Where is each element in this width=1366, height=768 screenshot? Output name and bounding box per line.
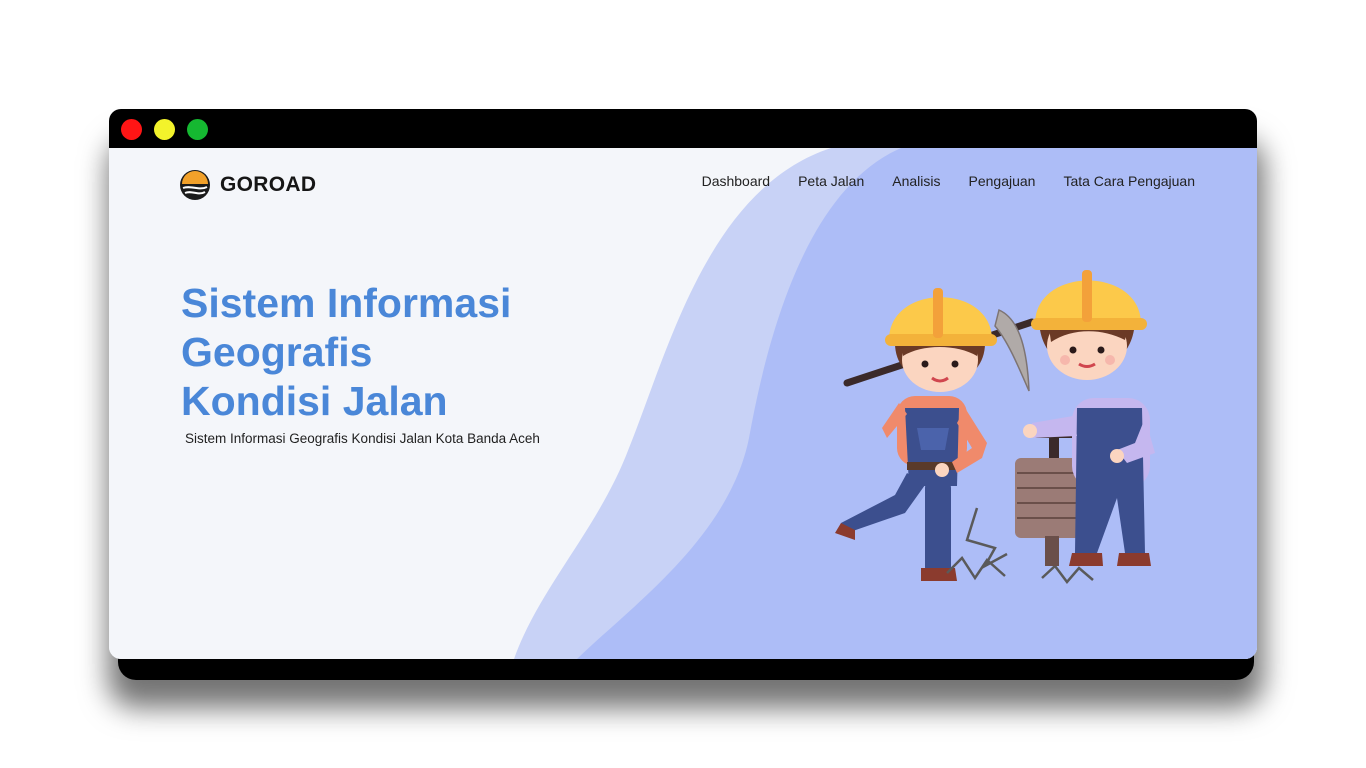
minimize-icon[interactable] (154, 119, 175, 140)
browser-window: GOROAD Dashboard Peta Jalan Analisis Pen… (109, 109, 1257, 659)
nav-item-peta-jalan[interactable]: Peta Jalan (798, 173, 864, 189)
nav-item-pengajuan[interactable]: Pengajuan (969, 173, 1036, 189)
hero-title-line: Geografis (181, 329, 373, 375)
brand[interactable]: GOROAD (179, 169, 316, 201)
main-nav: Dashboard Peta Jalan Analisis Pengajuan … (674, 173, 1195, 189)
nav-item-analisis[interactable]: Analisis (892, 173, 940, 189)
hero-title: Sistem Informasi Geografis Kondisi Jalan (181, 279, 511, 426)
hero-subtitle: Sistem Informasi Geografis Kondisi Jalan… (185, 431, 540, 446)
brand-name: GOROAD (220, 173, 317, 196)
road-workers-illustration (835, 270, 1155, 584)
screenshot-stage: GOROAD Dashboard Peta Jalan Analisis Pen… (0, 0, 1366, 768)
hero-title-line: Sistem Informasi (181, 280, 512, 326)
close-icon[interactable] (121, 119, 142, 140)
maximize-icon[interactable] (187, 119, 208, 140)
page-content: GOROAD Dashboard Peta Jalan Analisis Pen… (109, 148, 1257, 659)
nav-item-dashboard[interactable]: Dashboard (702, 173, 771, 189)
nav-item-tata-cara-pengajuan[interactable]: Tata Cara Pengajuan (1063, 173, 1195, 189)
road-sunset-logo-icon (180, 170, 210, 200)
window-titlebar (109, 109, 1257, 148)
hero-title-line: Kondisi Jalan (181, 378, 448, 424)
